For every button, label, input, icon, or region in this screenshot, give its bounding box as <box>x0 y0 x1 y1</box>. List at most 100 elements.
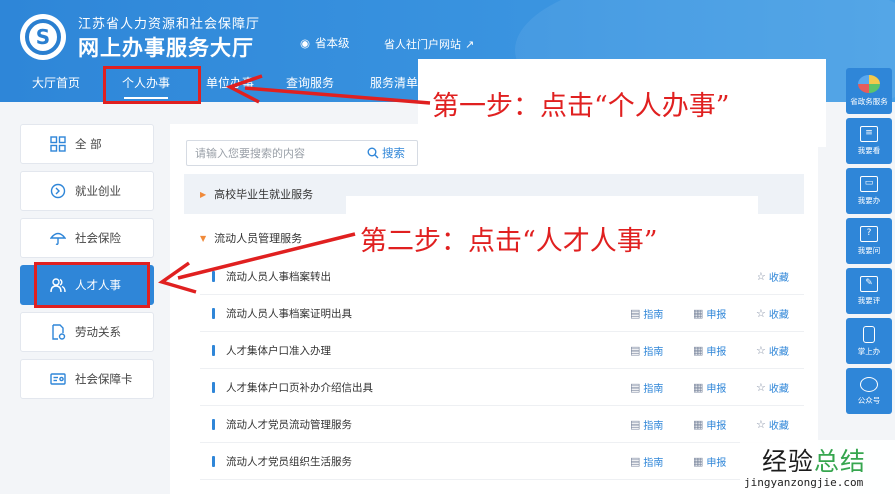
step2-callout: 第二步：点击“人才人事” <box>346 196 758 280</box>
nav-company[interactable]: 单位办事 <box>192 68 268 102</box>
grid-icon <box>49 135 67 153</box>
question-icon: ? <box>860 226 878 242</box>
guide-icon: ▤ <box>630 454 641 468</box>
search-icon <box>367 147 379 159</box>
ask-button[interactable]: ? 我要问 <box>846 218 892 264</box>
search-input[interactable] <box>187 142 367 164</box>
sidebar-item-label: 全 部 <box>75 137 102 151</box>
report-button[interactable]: ▦ 申报 <box>693 343 726 358</box>
guide-button[interactable]: ▤ 指南 <box>630 306 663 321</box>
org-name: 江苏省人力资源和社会保障厅 <box>78 17 261 32</box>
guide-button[interactable]: ▤ 指南 <box>630 417 663 432</box>
step2-highlight-box <box>34 262 150 308</box>
row-marker <box>212 381 215 393</box>
report-button[interactable]: ▦ 申报 <box>693 380 726 395</box>
favorite-label: 收藏 <box>768 420 789 432</box>
row-marker <box>212 455 215 467</box>
watermark-title-black: 经验 <box>762 447 815 476</box>
favorite-label: 收藏 <box>768 383 789 395</box>
employment-icon <box>49 182 67 200</box>
step1-highlight-box <box>103 66 201 104</box>
nav-home[interactable]: 大厅首页 <box>18 68 94 102</box>
favorite-button[interactable]: ☆ 收藏 <box>756 343 789 358</box>
favorite-button[interactable]: ☆ 收藏 <box>756 417 789 432</box>
row-marker <box>212 307 215 319</box>
report-button[interactable]: ▦ 申报 <box>693 417 726 432</box>
favorite-label: 收藏 <box>768 346 789 358</box>
sidebar-item-labor[interactable]: 劳动关系 <box>20 312 154 352</box>
rightbar-label: 我要办 <box>857 196 881 205</box>
sidebar-item-sscard[interactable]: 社会保障卡 <box>20 359 154 399</box>
handle-button[interactable]: ▭ 我要办 <box>846 168 892 214</box>
service-row[interactable]: 人才集体户口页补办介绍信出具 ▤ 指南 ▦ 申报 ☆ 收藏 <box>200 369 804 406</box>
report-label: 申报 <box>706 457 727 469</box>
phone-icon <box>863 325 875 343</box>
rightbar-label: 我要问 <box>857 246 881 255</box>
sidebar-item-label: 就业创业 <box>75 184 121 198</box>
location-label: 省本级 <box>315 36 350 50</box>
report-label: 申报 <box>706 346 727 358</box>
report-button[interactable]: ▦ 申报 <box>693 306 726 321</box>
caret-down-icon: ▼ <box>200 233 207 243</box>
form-icon: ▦ <box>693 380 704 394</box>
row-marker <box>212 418 215 430</box>
category-label: 高校毕业生就业服务 <box>214 188 314 201</box>
guide-icon: ▤ <box>630 343 641 357</box>
watermark-title: 经验总结 <box>762 442 866 478</box>
evaluate-button[interactable]: ✎ 我要评 <box>846 268 892 314</box>
location-selector[interactable]: ◉ 省本级 <box>300 35 350 51</box>
wechat-button[interactable]: 公众号 <box>846 368 892 414</box>
report-button[interactable]: ▦ 申报 <box>693 454 726 469</box>
report-label: 申报 <box>706 383 727 395</box>
gov-service-logo-icon <box>858 75 880 93</box>
service-row[interactable]: 流动人员人事档案证明出具 ▤ 指南 ▦ 申报 ☆ 收藏 <box>200 295 804 332</box>
document-gear-icon <box>49 323 67 341</box>
sidebar-item-insurance[interactable]: 社会保险 <box>20 218 154 258</box>
star-icon: ☆ <box>756 306 766 320</box>
view-button[interactable]: ≡ 我要看 <box>846 118 892 164</box>
service-row[interactable]: 流动人才党员组织生活服务 ▤ 指南 ▦ 申报 <box>200 443 804 480</box>
favorite-button[interactable]: ☆ 收藏 <box>756 306 789 321</box>
report-label: 申报 <box>706 420 727 432</box>
guide-button[interactable]: ▤ 指南 <box>630 343 663 358</box>
star-icon: ☆ <box>756 417 766 431</box>
favorite-button[interactable]: ☆ 收藏 <box>756 269 789 284</box>
row-marker <box>212 270 215 282</box>
sidebar-item-employment[interactable]: 就业创业 <box>20 171 154 211</box>
guide-label: 指南 <box>643 346 664 358</box>
guide-button[interactable]: ▤ 指南 <box>630 380 663 395</box>
rightbar-label: 公众号 <box>857 395 881 405</box>
service-row[interactable]: 流动人才党员流动管理服务 ▤ 指南 ▦ 申报 ☆ 收藏 <box>200 406 804 443</box>
wechat-icon <box>860 376 878 392</box>
favorite-label: 收藏 <box>768 309 789 321</box>
sidebar-item-all[interactable]: 全 部 <box>20 124 154 164</box>
nav-query[interactable]: 查询服务 <box>272 68 348 102</box>
category-label: 流动人员管理服务 <box>214 232 303 245</box>
guide-icon: ▤ <box>630 306 641 320</box>
portal-link[interactable]: 省人社门户网站 ↗ <box>384 36 474 52</box>
rightbar-label: 我要看 <box>857 146 881 155</box>
site-logo[interactable]: S <box>20 14 66 60</box>
guide-icon: ▤ <box>630 417 641 431</box>
guide-button[interactable]: ▤ 指南 <box>630 454 663 469</box>
favorite-label: 收藏 <box>768 272 789 284</box>
star-icon: ☆ <box>756 343 766 357</box>
search-button[interactable]: 搜索 <box>367 145 405 161</box>
favorite-button[interactable]: ☆ 收藏 <box>756 380 789 395</box>
search-box: 搜索 <box>186 140 418 166</box>
portal-link-label: 省人社门户网站 <box>384 38 461 51</box>
guide-label: 指南 <box>643 309 664 321</box>
rightbar-label: 掌上办 <box>857 346 881 356</box>
form-icon: ▦ <box>693 454 704 468</box>
report-label: 申报 <box>706 309 727 321</box>
service-row[interactable]: 人才集体户口准入办理 ▤ 指南 ▦ 申报 ☆ 收藏 <box>200 332 804 369</box>
guide-label: 指南 <box>643 457 664 469</box>
mobile-button[interactable]: 掌上办 <box>846 318 892 364</box>
card-icon <box>49 370 67 388</box>
step1-callout: 第一步：点击“个人办事” <box>418 59 826 147</box>
guide-label: 指南 <box>643 383 664 395</box>
gov-service-button[interactable]: 省政务服务 <box>846 68 892 114</box>
external-link-icon: ↗ <box>465 37 475 51</box>
guide-icon: ▤ <box>630 380 641 394</box>
location-pin-icon: ◉ <box>300 36 311 50</box>
